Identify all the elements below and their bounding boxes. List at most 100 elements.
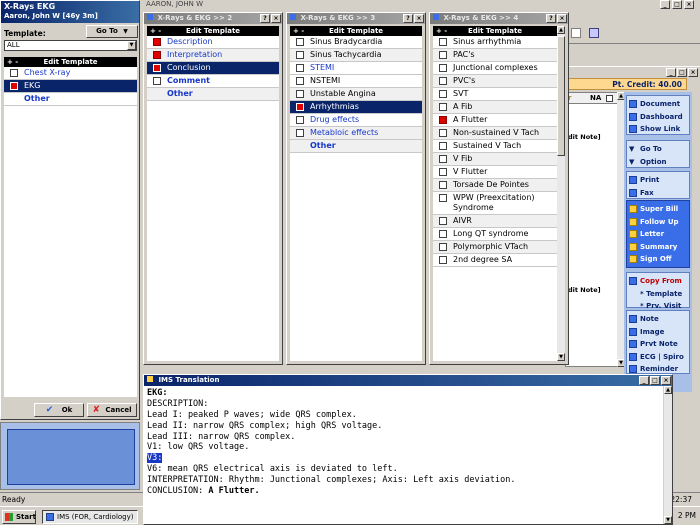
panel3-template-item[interactable]: Sinus Tachycardia: [290, 49, 422, 62]
toolbar-doc-icon[interactable]: [571, 28, 581, 38]
child-maximize-button[interactable]: □: [677, 68, 687, 77]
checkbox[interactable]: [296, 51, 304, 59]
translation-maximize-button[interactable]: □: [650, 376, 660, 385]
checkbox-checked[interactable]: [153, 64, 161, 72]
panel4-help-button[interactable]: ?: [546, 14, 556, 23]
toolbar-export-icon[interactable]: [589, 28, 599, 38]
panel3-template-item[interactable]: Other: [290, 140, 422, 153]
panel4-template-item[interactable]: AIVR: [433, 215, 557, 228]
checkbox[interactable]: [296, 90, 304, 98]
xrays-template-item[interactable]: EKG: [4, 80, 137, 93]
checkbox-checked[interactable]: [153, 38, 161, 46]
template-select[interactable]: ALL ▼: [4, 40, 137, 51]
na-checkbox[interactable]: [606, 95, 613, 102]
translation-close-button[interactable]: ×: [661, 376, 671, 385]
checkbox[interactable]: [439, 194, 447, 202]
scroll-up-icon[interactable]: ▲: [557, 26, 565, 34]
sidebar-item-letter[interactable]: Letter: [627, 228, 687, 240]
translation-text-area[interactable]: EKG: DESCRIPTION: Lead I: peaked P waves…: [144, 386, 663, 524]
checkbox[interactable]: [439, 217, 447, 225]
sidebar-item-sign-off[interactable]: Sign Off: [627, 253, 687, 265]
panel4-template-item[interactable]: V Fib: [433, 153, 557, 166]
panel4-template-item[interactable]: PAC's: [433, 49, 557, 62]
panel4-template-item[interactable]: PVC's: [433, 75, 557, 88]
panel3-close-button[interactable]: ×: [414, 14, 424, 23]
taskbar-ims-task[interactable]: IMS (FOR, Cardiology): [42, 510, 138, 524]
sidebar-item-print[interactable]: Print: [627, 174, 687, 186]
select-arrow-icon[interactable]: ▼: [127, 41, 136, 50]
checkbox[interactable]: [10, 69, 18, 77]
panel4-close-button[interactable]: ×: [557, 14, 567, 23]
panel2-help-button[interactable]: ?: [260, 14, 270, 23]
panel3-template-item[interactable]: STEMI: [290, 62, 422, 75]
sidebar-item-dashboard[interactable]: Dashboard: [627, 111, 687, 123]
panel4-template-item[interactable]: WPW (Preexcitation) Syndrome: [433, 192, 557, 215]
panel2-template-item[interactable]: Interpretation: [147, 49, 279, 62]
xrays-template-item[interactable]: Chest X-ray: [4, 67, 137, 80]
panel4-template-item[interactable]: Torsade De Pointes: [433, 179, 557, 192]
panel3-template-item[interactable]: Metabloic effects: [290, 127, 422, 140]
panel4-template-item[interactable]: A Flutter: [433, 114, 557, 127]
panel4-template-item[interactable]: Sinus arrhythmia: [433, 36, 557, 49]
checkbox[interactable]: [439, 230, 447, 238]
panel2-template-item[interactable]: Other: [147, 88, 279, 101]
checkbox[interactable]: [296, 64, 304, 72]
panel3-template-item[interactable]: Arrhythmias: [290, 101, 422, 114]
checkbox[interactable]: [439, 90, 447, 98]
sidebar-item-image[interactable]: Image: [627, 326, 687, 338]
checkbox[interactable]: [296, 116, 304, 124]
panel2-template-item[interactable]: Description: [147, 36, 279, 49]
checkbox-checked[interactable]: [439, 116, 447, 124]
main-minimize-button[interactable]: _: [660, 0, 670, 9]
goto-button[interactable]: Go To ▼: [86, 25, 138, 38]
panel3-template-item[interactable]: NSTEMI: [290, 75, 422, 88]
ok-button[interactable]: ✔ Ok: [34, 403, 84, 417]
checkbox[interactable]: [296, 38, 304, 46]
checkbox[interactable]: [439, 181, 447, 189]
sidebar-item-summary[interactable]: Summary: [627, 241, 687, 253]
checkbox[interactable]: [439, 256, 447, 264]
child-close-button[interactable]: ×: [688, 68, 698, 77]
edit-note-link-1[interactable]: dit Note]: [568, 133, 601, 141]
checkbox[interactable]: [439, 64, 447, 72]
checkbox[interactable]: [296, 129, 304, 137]
checkbox[interactable]: [296, 77, 304, 85]
translation-scrollbar[interactable]: ▲ ▼: [664, 386, 672, 524]
checkbox[interactable]: [439, 103, 447, 111]
panel4-template-item[interactable]: Polymorphic VTach: [433, 241, 557, 254]
panel2-close-button[interactable]: ×: [271, 14, 281, 23]
scroll-down-icon[interactable]: ▼: [557, 353, 565, 361]
sidebar-item-copy-from[interactable]: Copy From: [627, 275, 687, 287]
checkbox-checked[interactable]: [10, 82, 18, 90]
sidebar-item-ecg-spiro[interactable]: ECG | Spiro: [627, 351, 687, 363]
sidebar-item-option[interactable]: ▼ Option: [627, 156, 687, 168]
panel3-help-button[interactable]: ?: [403, 14, 413, 23]
panel3-template-item[interactable]: Sinus Bradycardia: [290, 36, 422, 49]
main-maximize-button[interactable]: □: [672, 0, 682, 9]
child-minimize-button[interactable]: _: [666, 68, 676, 77]
cancel-button[interactable]: ✘ Cancel: [87, 403, 137, 417]
checkbox-checked[interactable]: [153, 51, 161, 59]
panel4-template-item[interactable]: 2nd degree SA: [433, 254, 557, 267]
sidebar-item-go-to[interactable]: ▼ Go To: [627, 143, 687, 155]
checkbox[interactable]: [439, 38, 447, 46]
panel3-template-item[interactable]: Drug effects: [290, 114, 422, 127]
panel4-template-item[interactable]: V Flutter: [433, 166, 557, 179]
main-close-button[interactable]: ×: [684, 0, 694, 9]
sidebar-item-super-bill[interactable]: Super Bill: [627, 203, 687, 215]
checkbox[interactable]: [439, 243, 447, 251]
checkbox[interactable]: [153, 77, 161, 85]
sidebar-item-template[interactable]: * Template: [627, 288, 687, 300]
panel4-template-item[interactable]: SVT: [433, 88, 557, 101]
panel2-template-item[interactable]: Conclusion: [147, 62, 279, 75]
sidebar-item-document[interactable]: Document: [627, 98, 687, 110]
panel4-scroll-thumb[interactable]: [557, 36, 565, 156]
panel3-template-item[interactable]: Unstable Angina: [290, 88, 422, 101]
sidebar-item-note[interactable]: Note: [627, 313, 687, 325]
checkbox[interactable]: [439, 129, 447, 137]
checkbox[interactable]: [439, 168, 447, 176]
panel4-template-item[interactable]: Long QT syndrome: [433, 228, 557, 241]
translation-scroll-down-icon[interactable]: ▼: [664, 516, 672, 524]
sidebar-item-prvt-note[interactable]: Prvt Note: [627, 338, 687, 350]
panel4-template-item[interactable]: Junctional complexes: [433, 62, 557, 75]
